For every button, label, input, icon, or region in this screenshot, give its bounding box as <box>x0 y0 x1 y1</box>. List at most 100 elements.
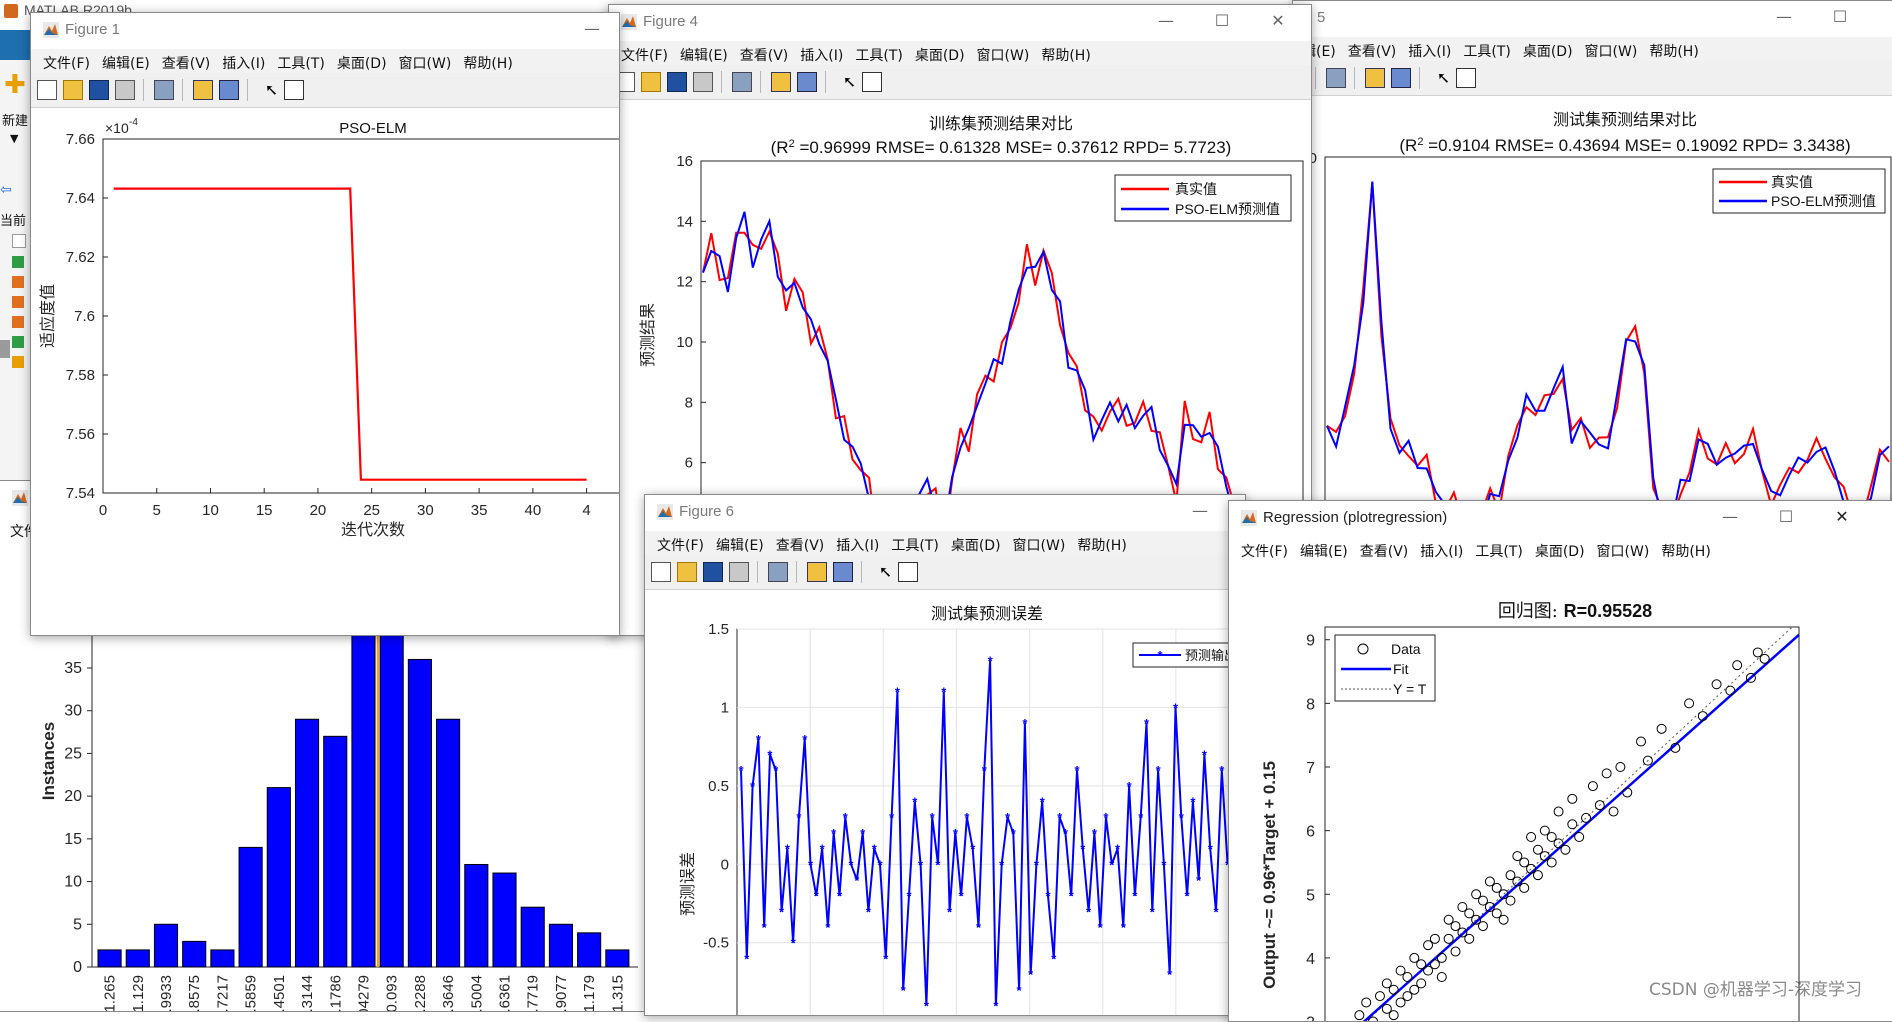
reg-ytick-label: 9 <box>1306 633 1315 650</box>
dropdown-arrow-icon[interactable]: ▼ <box>10 132 18 145</box>
reg-ylabel: Output ~= 0.96*Target + 0.15 <box>1260 761 1279 989</box>
legend-icon[interactable] <box>1391 68 1411 88</box>
property-editor-icon[interactable] <box>284 80 304 100</box>
menu-edit[interactable]: 编辑(E) <box>716 535 764 555</box>
new-file-icon[interactable] <box>37 80 57 100</box>
minimize-button[interactable]: — <box>1177 501 1223 520</box>
property-editor-icon[interactable] <box>862 72 882 92</box>
print-icon[interactable] <box>693 72 713 92</box>
new-button[interactable]: ✚ 新建 <box>2 72 32 132</box>
menu-desktop[interactable]: 桌面(D) <box>951 535 1001 555</box>
menu-file[interactable]: 文件(F) <box>621 45 668 65</box>
menu-file[interactable]: 文件(F) <box>657 535 704 555</box>
menu-desktop[interactable]: 桌面(D) <box>1523 41 1573 61</box>
save-icon[interactable] <box>667 72 687 92</box>
pointer-icon[interactable]: ➚ <box>872 562 892 582</box>
colorbar-icon[interactable] <box>1365 68 1385 88</box>
legend-icon[interactable] <box>219 80 239 100</box>
back-arrow-icon[interactable]: ⇦ <box>0 182 12 198</box>
save-icon[interactable] <box>703 562 723 582</box>
maximize-button[interactable]: ☐ <box>1199 11 1245 30</box>
menu-insert[interactable]: 插入(I) <box>1420 541 1463 561</box>
minimize-button[interactable]: — <box>1761 7 1807 26</box>
regression-chart: 回归图: R=0.95528 3 4 5 6 7 8 9 Output ~= 0.96*Targ… <box>1260 601 1800 1021</box>
close-button[interactable]: ✕ <box>1819 507 1865 526</box>
menu-tools[interactable]: 工具(T) <box>1475 541 1522 561</box>
minimize-button[interactable]: — <box>569 19 615 38</box>
reg-ytick-label: 4 <box>1306 951 1315 968</box>
menu-tools[interactable]: 工具(T) <box>277 53 324 73</box>
menu-insert[interactable]: 插入(I) <box>222 53 265 73</box>
pointer-icon[interactable]: ➚ <box>836 72 856 92</box>
maximize-button[interactable]: ☐ <box>1763 507 1809 526</box>
menu-help[interactable]: 帮助(H) <box>1649 41 1698 61</box>
menu-view[interactable]: 查看(V) <box>776 535 825 555</box>
menu-help[interactable]: 帮助(H) <box>1041 45 1090 65</box>
legend-icon[interactable] <box>833 562 853 582</box>
menu-insert[interactable]: 插入(I) <box>800 45 843 65</box>
file-item[interactable] <box>12 316 24 328</box>
menu-window[interactable]: 窗口(W) <box>977 45 1030 65</box>
menu-file[interactable]: 文件(F) <box>1241 541 1288 561</box>
file-item[interactable] <box>12 336 24 348</box>
print-icon[interactable] <box>115 80 135 100</box>
file-item[interactable] <box>12 256 24 268</box>
save-icon[interactable] <box>89 80 109 100</box>
colorbar-icon[interactable] <box>193 80 213 100</box>
colorbar-icon[interactable] <box>807 562 827 582</box>
menu-insert[interactable]: 插入(I) <box>1408 41 1451 61</box>
link-icon[interactable] <box>768 562 788 582</box>
minimize-button[interactable]: — <box>1143 11 1189 30</box>
toolbar-separator <box>757 561 758 583</box>
menu-edit[interactable]: 编辑(E) <box>1300 541 1348 561</box>
link-icon[interactable] <box>1326 68 1346 88</box>
menu-desktop[interactable]: 桌面(D) <box>915 45 965 65</box>
print-icon[interactable] <box>729 562 749 582</box>
property-editor-icon[interactable] <box>1456 68 1476 88</box>
fig5-subtitle-prefix: (R <box>1399 136 1417 155</box>
menu-view[interactable]: 查看(V) <box>1360 541 1409 561</box>
file-item[interactable] <box>12 296 24 308</box>
menu-insert[interactable]: 插入(I) <box>836 535 879 555</box>
menu-view[interactable]: 查看(V) <box>162 53 211 73</box>
open-folder-icon[interactable] <box>641 72 661 92</box>
colorbar-icon[interactable] <box>771 72 791 92</box>
fig6-ytick-label: -1 <box>716 1013 729 1015</box>
file-item[interactable] <box>12 276 24 288</box>
pointer-icon[interactable]: ➚ <box>1430 68 1450 88</box>
fig4-subtitle: (R2 =0.96999 RMSE= 0.61328 MSE= 0.37612 … <box>771 138 1232 157</box>
menu-tools[interactable]: 工具(T) <box>855 45 902 65</box>
menu-window[interactable]: 窗口(W) <box>1585 41 1638 61</box>
file-item[interactable] <box>12 234 26 248</box>
link-icon[interactable] <box>154 80 174 100</box>
open-folder-icon[interactable] <box>63 80 83 100</box>
menu-desktop[interactable]: 桌面(D) <box>337 53 387 73</box>
maximize-button[interactable]: ☐ <box>1817 7 1863 26</box>
menu-window[interactable]: 窗口(W) <box>1597 541 1650 561</box>
fig1-xtick-label: 10 <box>202 502 219 519</box>
menu-edit[interactable]: 编辑(E) <box>680 45 728 65</box>
close-button[interactable]: ✕ <box>1255 11 1301 30</box>
property-editor-icon[interactable] <box>898 562 918 582</box>
menu-view[interactable]: 查看(V) <box>740 45 789 65</box>
minimize-button[interactable]: — <box>1707 507 1753 526</box>
menu-window[interactable]: 窗口(W) <box>1013 535 1066 555</box>
pointer-icon[interactable]: ➚ <box>258 80 278 100</box>
link-icon[interactable] <box>732 72 752 92</box>
new-file-icon[interactable] <box>651 562 671 582</box>
menu-desktop[interactable]: 桌面(D) <box>1535 541 1585 561</box>
menu-view[interactable]: 查看(V) <box>1348 41 1397 61</box>
menu-window[interactable]: 窗口(W) <box>399 53 452 73</box>
hist-bar <box>238 846 263 968</box>
menu-help[interactable]: 帮助(H) <box>463 53 512 73</box>
fig1-ytick-label: 7.62 <box>66 249 95 266</box>
menu-tools[interactable]: 工具(T) <box>891 535 938 555</box>
menu-help[interactable]: 帮助(H) <box>1077 535 1126 555</box>
menu-edit[interactable]: 编辑(E) <box>102 53 150 73</box>
menu-file[interactable]: 文件(F) <box>43 53 90 73</box>
open-folder-icon[interactable] <box>677 562 697 582</box>
menu-help[interactable]: 帮助(H) <box>1661 541 1710 561</box>
legend-icon[interactable] <box>797 72 817 92</box>
file-item[interactable] <box>12 356 24 368</box>
menu-tools[interactable]: 工具(T) <box>1463 41 1510 61</box>
